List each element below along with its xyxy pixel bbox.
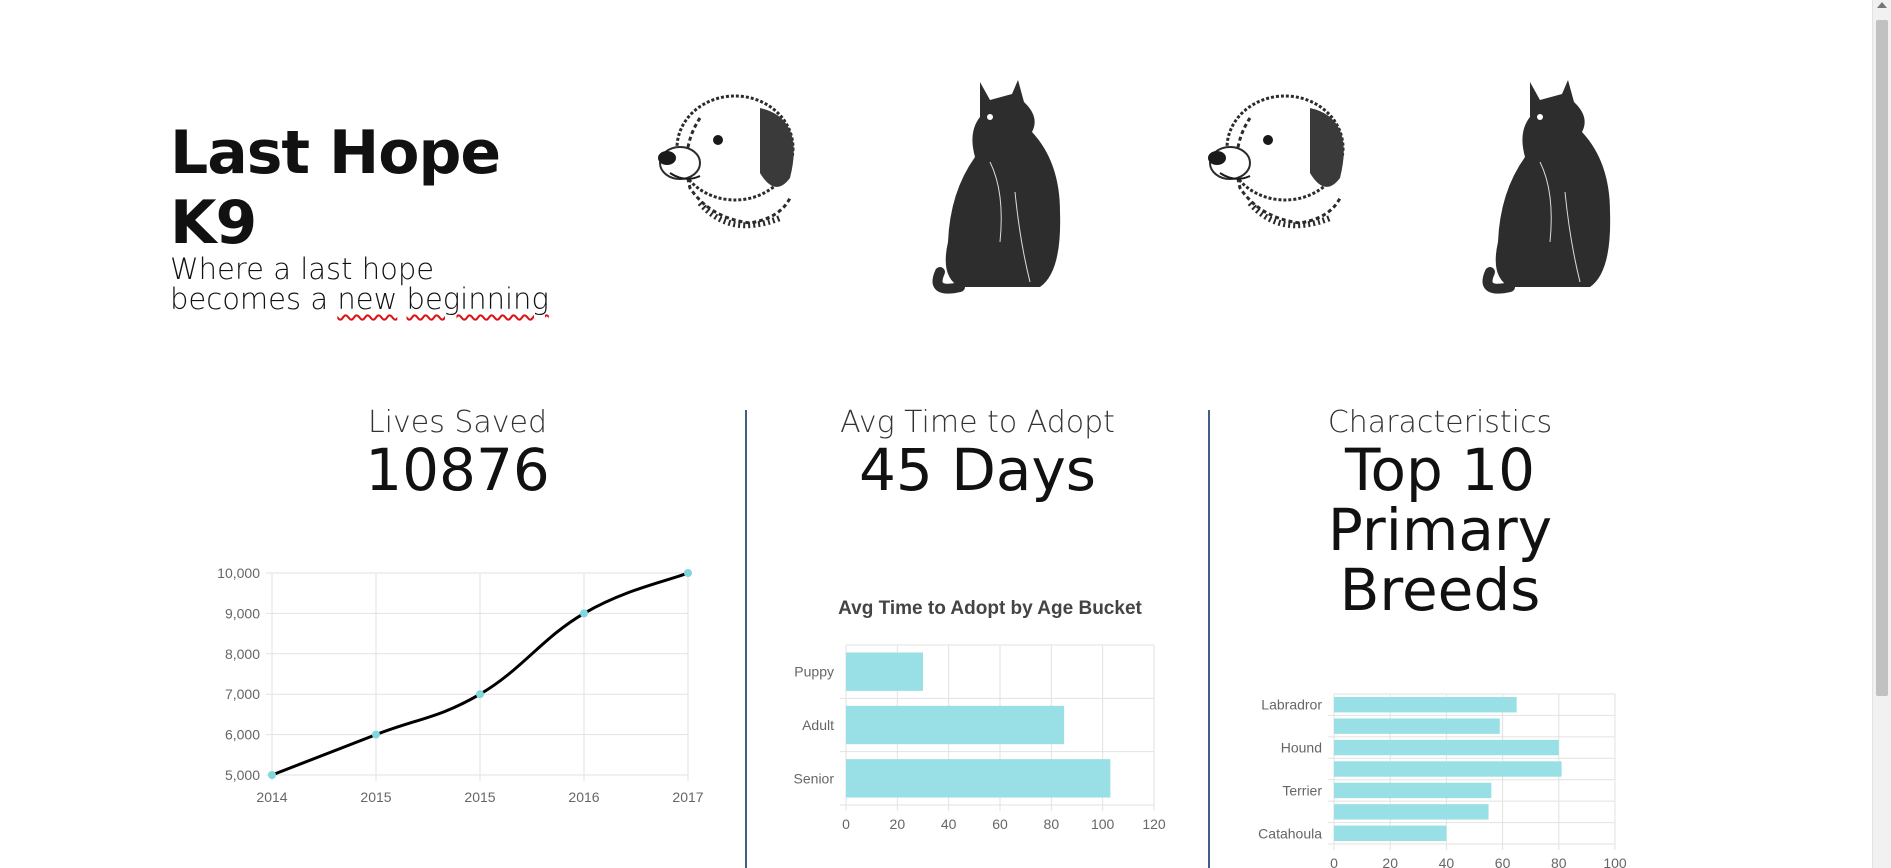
stat-label: Avg Time to Adopt xyxy=(840,405,1115,440)
site-title: Last Hope K9 xyxy=(170,118,501,258)
y-tick-label: 10,000 xyxy=(217,565,260,581)
x-tick-label: 2015 xyxy=(464,789,495,805)
data-point xyxy=(476,690,484,699)
x-tick-label: 0 xyxy=(842,816,850,830)
scroll-up-arrow-icon[interactable] xyxy=(1877,2,1887,8)
bar xyxy=(846,705,1065,745)
dog-sketch-icon xyxy=(640,78,810,238)
tagline-word-beginning: beginning xyxy=(406,282,549,316)
y-category-label: Hound xyxy=(1281,740,1322,756)
x-tick-label: 60 xyxy=(992,816,1008,830)
y-tick-label: 7,000 xyxy=(225,686,260,702)
bar xyxy=(1334,825,1447,841)
stat-characteristics: Characteristics Top 10 Primary Breeds xyxy=(1235,405,1645,624)
x-tick-label: 20 xyxy=(890,816,906,830)
x-tick-label: 0 xyxy=(1330,855,1338,868)
bar xyxy=(846,652,923,691)
x-tick-label: 80 xyxy=(1044,816,1060,830)
column-divider xyxy=(745,410,747,868)
stat-value-line: Primary xyxy=(1327,496,1553,564)
y-tick-label: 6,000 xyxy=(225,727,260,743)
y-category-label: Terrier xyxy=(1282,782,1322,798)
stat-label: Lives Saved xyxy=(367,405,548,440)
x-tick-label: 40 xyxy=(941,816,957,830)
y-tick-label: 5,000 xyxy=(225,767,260,783)
tagline-line-2: becomes a new beginning xyxy=(170,284,590,314)
x-tick-label: 2015 xyxy=(360,789,391,805)
x-tick-label: 2014 xyxy=(256,789,287,805)
x-tick-label: 2017 xyxy=(672,789,703,805)
x-tick-label: 40 xyxy=(1439,855,1455,868)
bar xyxy=(1334,761,1562,777)
x-tick-label: 80 xyxy=(1551,855,1567,868)
column-divider xyxy=(1208,410,1210,868)
page: Last Hope K9 Where a last hope becomes a… xyxy=(0,0,1873,868)
chart-title: Avg Time to Adopt by Age Bucket xyxy=(838,598,1142,619)
lives-saved-line-chart: 10,000 9,000 8,000 7,000 6,000 5,000 2014 2015 2… xyxy=(217,565,704,805)
y-tick-label: 8,000 xyxy=(225,646,260,662)
stat-lives-saved: Lives Saved 10876 xyxy=(255,405,660,504)
bar xyxy=(1334,739,1559,756)
x-tick-label: 100 xyxy=(1603,855,1627,868)
breeds-bar-chart: 0 20 40 60 80 100 Labradror Hound Terrier Catahou… xyxy=(1258,693,1627,868)
data-point xyxy=(268,771,276,779)
x-tick-label: 100 xyxy=(1091,816,1115,830)
bar xyxy=(1334,782,1492,799)
cat-sketch-icon xyxy=(920,72,1070,302)
data-point xyxy=(580,609,588,618)
x-tick-label: 120 xyxy=(1142,816,1166,830)
cat-sketch-icon xyxy=(1470,72,1620,302)
stat-value: 45 Days xyxy=(859,436,1096,504)
stat-avg-time: Avg Time to Adopt 45 Days xyxy=(770,405,1185,504)
brand-header: Last Hope K9 Where a last hope becomes a… xyxy=(170,118,590,314)
site-tagline: Where a last hope becomes a new beginnin… xyxy=(170,254,590,314)
x-tick-label: 2016 xyxy=(568,789,599,805)
y-category-label: Puppy xyxy=(794,664,834,680)
stat-label: Characteristics xyxy=(1327,405,1553,440)
adopt-time-bar-chart: Avg Time to Adopt by Age Bucket 0 20 40 60 80… xyxy=(794,598,1166,830)
x-tick-label: 60 xyxy=(1495,855,1511,868)
stat-value-line: Top 10 xyxy=(1344,436,1536,504)
dog-sketch-icon xyxy=(1190,78,1360,238)
data-point xyxy=(684,569,692,577)
x-tick-label: 20 xyxy=(1382,855,1398,868)
vertical-scrollbar[interactable] xyxy=(1872,0,1891,868)
stat-value: 10876 xyxy=(365,436,550,504)
y-category-label: Catahoula xyxy=(1258,825,1322,841)
bar xyxy=(1334,804,1489,820)
data-point xyxy=(372,730,380,739)
stat-value-line: Breeds xyxy=(1339,556,1541,624)
y-category-label: Senior xyxy=(794,770,835,786)
scrollbar-thumb[interactable] xyxy=(1876,20,1888,696)
bar xyxy=(1334,697,1517,713)
y-tick-label: 9,000 xyxy=(225,605,260,621)
bar xyxy=(846,759,1111,798)
y-category-label: Labradror xyxy=(1261,697,1322,713)
tagline-line-1: Where a last hope xyxy=(170,252,435,286)
tagline-word-new: new xyxy=(337,282,398,316)
tagline-prefix: becomes a xyxy=(170,282,329,316)
bar xyxy=(1334,718,1500,734)
y-category-label: Adult xyxy=(802,717,834,733)
